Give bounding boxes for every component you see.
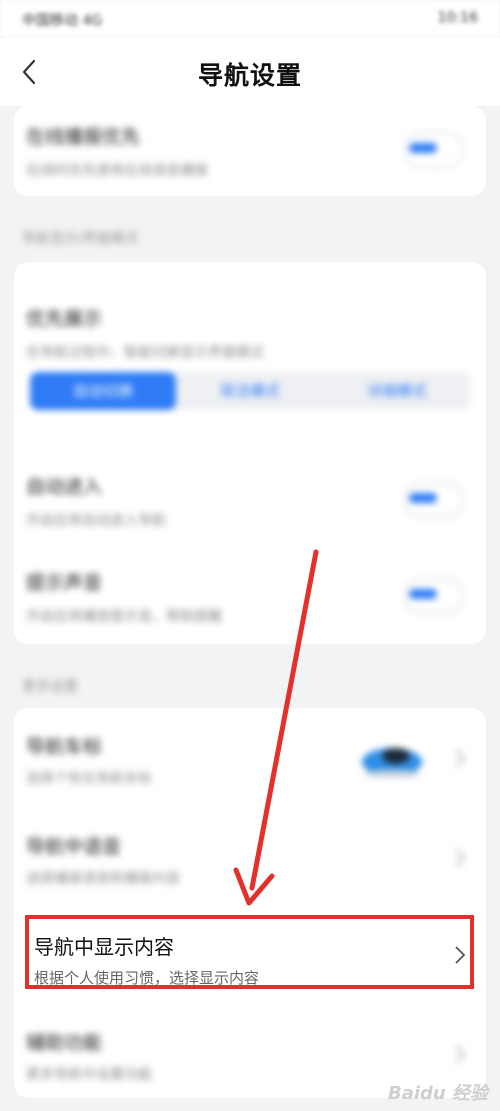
- priority-display-subtitle: 在导航过程中，智能切换显示界面模式: [26, 345, 264, 361]
- display-mode-segmented: 自动切换 简洁模式 详细模式: [30, 372, 470, 410]
- chevron-right-icon: [455, 749, 466, 767]
- assist-title: 辅助功能: [26, 1032, 103, 1054]
- prompt-sound-subtitle: 开启后将播放提示音，帮助提醒: [26, 609, 222, 625]
- clock-text: 10:16: [437, 10, 478, 26]
- nav-car-subtitle: 选择个性化导航车标: [26, 771, 152, 787]
- auto-enter-toggle[interactable]: [404, 482, 464, 518]
- section-label-more: 更多设置: [22, 679, 78, 695]
- prompt-sound-toggle[interactable]: [404, 578, 464, 614]
- online-priority-toggle[interactable]: [404, 132, 464, 168]
- toggle-knob: [409, 143, 437, 153]
- online-priority-subtitle: 在线时优先使用在线语音播报: [26, 163, 208, 179]
- toggle-knob: [409, 589, 437, 599]
- chevron-right-icon: [455, 849, 466, 867]
- section-label-display: 导航显示/界面模式: [22, 231, 139, 247]
- prompt-sound-title: 提示声音: [26, 572, 103, 594]
- nav-display-content-row[interactable]: 导航中显示内容 根据个人使用习惯，选择显示内容: [25, 915, 474, 989]
- nav-voice-title: 导航中语音: [26, 836, 122, 858]
- auto-enter-title: 自动进入: [26, 476, 103, 498]
- settings-card-more: 导航车标 选择个性化导航车标 导航中语音 选择播报语音和播报内容 辅助功能 更多…: [14, 708, 486, 1098]
- assist-subtitle: 更多导航中设置功能: [26, 1067, 152, 1083]
- chevron-right-icon: [455, 1045, 466, 1063]
- auto-enter-subtitle: 开启后将自动进入导航: [26, 513, 166, 529]
- baidu-watermark: Baidu 经验: [387, 1083, 488, 1104]
- nav-display-content-title: 导航中显示内容: [34, 935, 174, 959]
- nav-display-content-subtitle: 根据个人使用习惯，选择显示内容: [34, 969, 260, 987]
- page-title: 导航设置: [197, 61, 302, 90]
- nav-car-title: 导航车标: [26, 736, 103, 758]
- carrier-text: 中国移动 4G: [22, 13, 103, 29]
- settings-card-online: 在线播报优先 在线时优先使用在线语音播报: [14, 106, 486, 196]
- nav-voice-subtitle: 选择播报语音和播报内容: [26, 871, 180, 887]
- segment-simple[interactable]: 简洁模式: [177, 372, 323, 410]
- settings-card-display: 优先展示 在导航过程中，智能切换显示界面模式 自动切换 简洁模式 详细模式 自动…: [14, 262, 486, 644]
- segment-auto[interactable]: 自动切换: [30, 372, 176, 410]
- toggle-knob: [409, 493, 437, 503]
- car-icon: [362, 748, 422, 778]
- status-bar: 中国移动 4G 10:16: [0, 0, 500, 38]
- chevron-right-icon: [455, 946, 466, 964]
- nav-voice-row[interactable]: 导航中语音 选择播报语音和播报内容: [14, 808, 486, 908]
- segment-detail[interactable]: 详细模式: [324, 372, 470, 410]
- nav-car-row[interactable]: 导航车标 选择个性化导航车标: [14, 708, 486, 808]
- nav-header: 导航设置: [0, 38, 500, 106]
- online-priority-title: 在线播报优先: [26, 126, 141, 148]
- priority-display-title: 优先展示: [26, 308, 103, 330]
